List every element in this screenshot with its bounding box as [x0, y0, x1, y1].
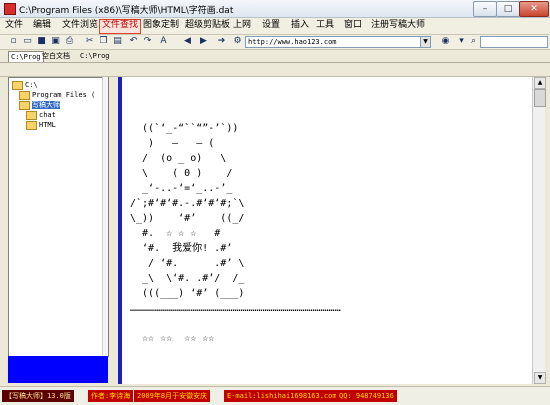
folder-icon	[19, 100, 30, 110]
search-icon[interactable]: ⌕	[468, 36, 479, 47]
scroll-down-button[interactable]: ▼	[534, 372, 546, 384]
art-line: ☆☆ ☆☆ ☆☆ ☆☆	[130, 333, 215, 344]
status-item: 2009年8月于安徽安庆	[134, 390, 211, 402]
toolbar: http://www.hao123.com ▼ ▫ ▭ ■ ▣ ⎙ ✂ ❐ ▤ ↶ ↷ A ◀ ▶ ➔ ⚙ ◉…	[0, 35, 550, 50]
art-line: \ ( 0 ) /	[130, 168, 233, 179]
address-input[interactable]: http://www.hao123.com	[245, 36, 421, 48]
status-item: 作者:李诗海	[88, 390, 134, 402]
tree-item[interactable]: chat	[26, 110, 56, 120]
saveall-icon[interactable]: ▣	[50, 36, 61, 47]
art-line	[130, 106, 341, 121]
art-line: /`;#‘#‘#.-.#‘#‘#;`\	[130, 198, 245, 209]
menu-item-11[interactable]: 注册写稿大师	[369, 19, 427, 32]
art-line: ) – – (	[130, 138, 215, 149]
tree-item-label: Program Files (	[32, 91, 96, 99]
menu-item-3[interactable]: 文件查找	[99, 19, 142, 34]
menu-item-4[interactable]: 图象定制	[141, 19, 181, 32]
tree-item-label: C:\	[25, 81, 38, 89]
art-line: ((`‘_-“``“”-’`))	[130, 123, 239, 134]
address-dropdown-button[interactable]: ▼	[420, 36, 431, 48]
undo-icon[interactable]: ↶	[128, 36, 139, 47]
maximize-button[interactable]: □	[496, 1, 520, 17]
folder-icon	[26, 110, 37, 120]
status-item: 【写稿大师】13.0版	[2, 390, 74, 402]
art-line: _‘-..-‘=‘_..-’_	[130, 183, 233, 194]
minimize-button[interactable]: –	[473, 1, 497, 17]
art-line: / (o _ o) \	[130, 153, 227, 164]
document-tab[interactable]: 空白文档	[40, 51, 72, 61]
redo-icon[interactable]: ↷	[142, 36, 153, 47]
title-bar: C:\Program Files (x86)\写稿大师\HTML\字符画.dat…	[0, 0, 550, 18]
scroll-thumb[interactable]	[534, 89, 546, 107]
forward-icon[interactable]: ▶	[198, 36, 209, 47]
art-line: \_)) ‘#’ ((_/	[130, 213, 245, 224]
open-icon[interactable]: ▭	[22, 36, 33, 47]
menu-item-5[interactable]: 超级剪贴板	[183, 19, 232, 32]
tree-item[interactable]: HTML	[26, 120, 56, 130]
tree-item[interactable]: 写稿大师	[19, 100, 60, 110]
tree-item[interactable]: C:\	[12, 80, 38, 90]
art-line: _\ \‘#. .#’/ /_	[130, 273, 245, 284]
art-line	[130, 316, 341, 331]
tree-item[interactable]: Program Files (	[19, 90, 95, 100]
art-line: / ‘#. .#’ \	[130, 258, 245, 269]
settings-icon[interactable]: ▾	[456, 36, 467, 47]
tree-item-label: HTML	[39, 121, 56, 129]
new-icon[interactable]: ▫	[8, 36, 19, 47]
document-tab[interactable]: C:\Prog	[78, 51, 112, 61]
menu-item-7[interactable]: 设置	[260, 19, 282, 32]
folder-tree: C:\ Program Files ( 写稿大师 chat HTML	[8, 77, 109, 357]
cut-icon[interactable]: ✂	[84, 36, 95, 47]
app-icon	[4, 3, 16, 15]
status-item: E-mail:lishihai1698163.com	[224, 390, 340, 402]
art-line: ‘#. 我爱你! .#’	[130, 243, 233, 254]
tree-scrollbar[interactable]	[102, 77, 108, 355]
status-item: QQ: 948749136	[336, 390, 397, 402]
tools-icon[interactable]: ⚙	[232, 36, 243, 47]
menu-item-1[interactable]: 编辑	[31, 19, 53, 32]
save-icon[interactable]: ■	[36, 36, 47, 47]
print-icon[interactable]: ⎙	[64, 36, 75, 47]
document-tab[interactable]: C:\Prog	[8, 51, 44, 62]
status-bar: 【写稿大师】13.0版 作者:李诗海 2009年8月于安徽安庆 E-mail:lish…	[0, 386, 550, 405]
copy-icon[interactable]: ❐	[98, 36, 109, 47]
ascii-art: ((`‘_-“``“”-’`)) ) – – ( / (o _ o) \ \ (…	[130, 106, 341, 346]
left-blue-panel	[8, 356, 108, 383]
scroll-up-button[interactable]: ▲	[534, 77, 546, 89]
close-button[interactable]: ✕	[519, 1, 549, 17]
folder-icon	[12, 80, 23, 90]
menu-item-6[interactable]: 上网	[231, 19, 253, 32]
menu-item-2[interactable]: 文件浏览	[60, 19, 100, 32]
back-icon[interactable]: ◀	[182, 36, 193, 47]
menu-item-8[interactable]: 插入	[289, 19, 311, 32]
folder-icon	[19, 90, 30, 100]
art-line: #. ☆ ☆ ☆ #	[130, 228, 221, 239]
folder-icon	[26, 120, 37, 130]
go-icon[interactable]: ➔	[216, 36, 227, 47]
file-path-strip	[0, 63, 550, 77]
menu-item-9[interactable]: 工具	[314, 19, 336, 32]
document-scrollbar[interactable]: ▲ ▼	[532, 77, 546, 384]
globe-icon[interactable]: ◉	[440, 36, 451, 47]
art-line: ……………………………………………………………………………………………	[130, 303, 341, 314]
art-line: (((___) ‘#’ (___)	[130, 288, 245, 299]
tree-item-label: chat	[39, 111, 56, 119]
paste-icon[interactable]: ▤	[112, 36, 123, 47]
menu-bar: 文件 编辑 文件浏览 文件查找 图象定制 超级剪贴板 上网 设置 插入 工具 窗口 注册写稿大师	[0, 18, 550, 35]
document-gutter	[118, 77, 122, 384]
format-icon[interactable]: A	[158, 36, 169, 47]
window-title: C:\Program Files (x86)\写稿大师\HTML\字符画.dat	[19, 6, 234, 16]
tree-item-label: 写稿大师	[32, 101, 60, 109]
menu-item-0[interactable]: 文件	[3, 19, 25, 32]
search-input[interactable]	[480, 36, 548, 48]
menu-item-10[interactable]: 窗口	[342, 19, 364, 32]
tab-bar: C:\Prog 空白文档 C:\Prog	[0, 50, 550, 63]
